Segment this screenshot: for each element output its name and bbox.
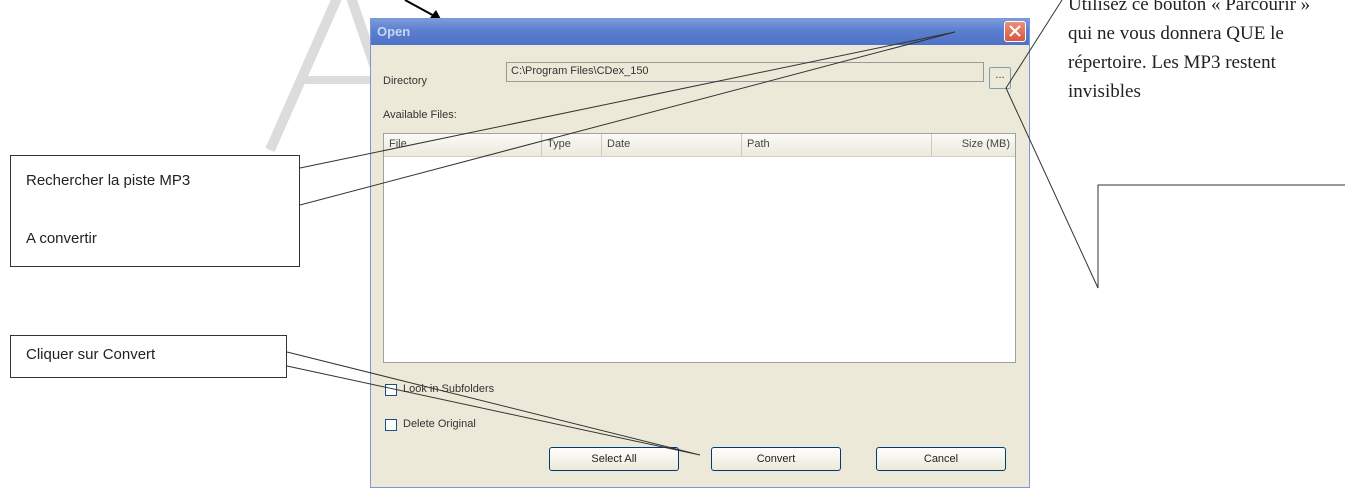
callout-convert: Cliquer sur Convert — [10, 335, 287, 378]
column-header-file[interactable]: File — [384, 134, 542, 156]
column-header-type[interactable]: Type — [542, 134, 602, 156]
cancel-button[interactable]: Cancel — [876, 447, 1006, 471]
select-all-button[interactable]: Select All — [549, 447, 679, 471]
directory-label: Directory — [383, 75, 428, 87]
callout-convert-text: Cliquer sur Convert — [26, 346, 156, 363]
callout-search-line2: A convertir — [26, 230, 97, 247]
file-list[interactable]: File Type Date Path Size (MB) — [383, 133, 1016, 363]
callout-search-line1: Rechercher la piste MP3 — [26, 172, 191, 189]
close-icon — [1009, 25, 1021, 37]
browse-button[interactable]: ... — [989, 67, 1011, 89]
column-header-path[interactable]: Path — [742, 134, 932, 156]
column-header-date[interactable]: Date — [602, 134, 742, 156]
title-bar: Open — [371, 19, 1029, 45]
callout-browse-note: Utilisez ce bouton « Parcourir » qui ne … — [1068, 0, 1311, 102]
delete-original-label: Delete Original — [403, 418, 476, 430]
file-list-header: File Type Date Path Size (MB) — [384, 134, 1015, 157]
convert-button[interactable]: Convert — [711, 447, 841, 471]
dialog-title: Open — [377, 24, 411, 39]
open-dialog: Open Directory C:\Program Files\CDex_150… — [370, 18, 1030, 488]
column-header-size[interactable]: Size (MB) — [932, 134, 1015, 156]
look-in-subfolders-checkbox[interactable] — [385, 384, 397, 396]
close-button[interactable] — [1004, 21, 1026, 42]
look-in-subfolders-label: Look in Subfolders — [403, 383, 495, 395]
directory-field[interactable]: C:\Program Files\CDex_150 — [506, 62, 984, 82]
callout-search-mp3: Rechercher la piste MP3 A convertir — [10, 155, 300, 267]
available-files-label: Available Files: — [383, 109, 457, 121]
delete-original-checkbox[interactable] — [385, 419, 397, 431]
